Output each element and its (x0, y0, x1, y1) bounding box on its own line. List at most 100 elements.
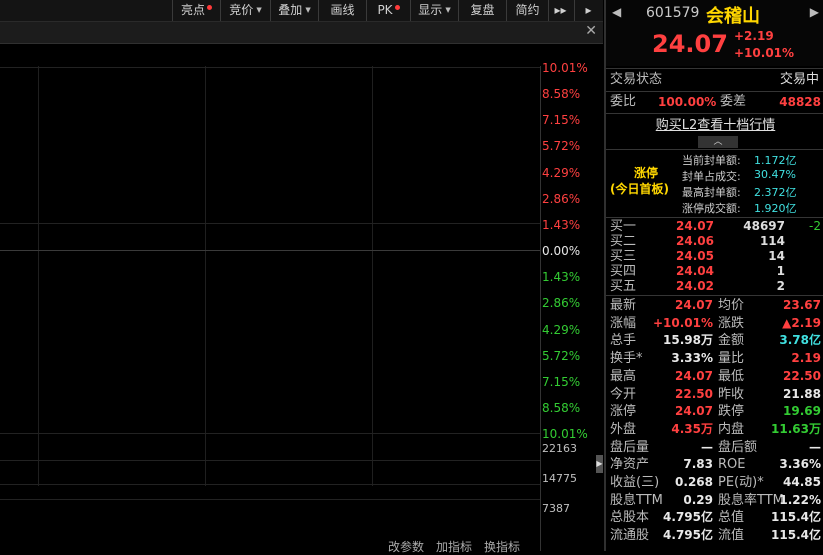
stat-label: 昨收 (718, 386, 745, 402)
toolbar-button-label: 复盘 (470, 3, 495, 17)
bid-row: 买四 24.04 1 (606, 264, 823, 279)
stat-label: 均价 (718, 298, 745, 313)
toolbar-button-0[interactable]: 亮点 (172, 0, 220, 21)
stat-value: +10.01% (652, 315, 713, 330)
stat-label: 流值 (718, 528, 745, 544)
collapse-up-icon[interactable]: ︿ (698, 136, 738, 148)
stat-value: 24.07 (675, 368, 713, 383)
stat-label: 最新 (610, 298, 637, 313)
stat-label: 流通股 (610, 528, 650, 544)
bid-level-label: 买一 (610, 219, 637, 234)
grid-hline (0, 67, 540, 68)
chart-header-bar: ✕ (0, 22, 603, 44)
stat-value: 21.88 (783, 386, 821, 401)
limit-up-stat-label: 封单占成交: (682, 170, 741, 183)
grid-hline (0, 484, 540, 485)
stat-value: 22.50 (783, 368, 821, 383)
toolbar-button-4[interactable]: PK (366, 0, 410, 21)
toolbar-button-label: 亮点 (180, 3, 205, 17)
stat-label: 总值 (718, 510, 745, 526)
quote-stat-row: 涨停 24.07 跌停 19.69 (606, 403, 823, 420)
toolbar-button-2[interactable]: 叠加 ▼ (270, 0, 318, 21)
indicator-link[interactable]: 改参数 (388, 540, 424, 554)
quote-stat-row: 股息TTM 0.29 股息率TTM 1.22% (606, 492, 823, 509)
alert-dot-icon (394, 5, 400, 10)
price-axis-label: 10.01% (542, 61, 588, 75)
last-price: 24.07 (652, 30, 728, 58)
stat-value: 4.795亿 (663, 528, 713, 543)
stat-value: 23.67 (783, 298, 821, 312)
stat-label: ROE (718, 457, 746, 473)
stat-value: 0.29 (683, 492, 713, 507)
bid-price: 24.02 (676, 279, 714, 293)
quote-stat-row: 最高 24.07 最低 22.50 (606, 368, 823, 385)
price-axis-label: 8.58% (542, 87, 581, 101)
divider (606, 91, 823, 92)
toolbar-button-1[interactable]: 竞价 ▼ (220, 0, 270, 21)
bid-volume-change: -2 (809, 219, 821, 233)
stat-value: 24.07 (675, 298, 713, 312)
prev-stock-icon[interactable]: ◀ (612, 5, 621, 19)
limit-up-stat-label: 当前封单额: (682, 154, 741, 167)
price-change-pct: +10.01% (734, 46, 795, 60)
toolbar-button-3[interactable]: 画线 (318, 0, 366, 21)
toolbar-button-label: 竞价 (229, 3, 254, 17)
stat-label: 盘后量 (610, 439, 650, 455)
bid-row: 买三 24.05 14 (606, 249, 823, 264)
stat-value: 0.268 (675, 475, 713, 489)
stat-label: 涨幅 (610, 315, 637, 331)
stat-label: 最高 (610, 368, 637, 384)
toolbar-scroll-right-icon[interactable]: ▸ (574, 0, 602, 21)
price-axis-label: 2.86% (542, 296, 581, 310)
toolbar-button-6[interactable]: 复盘 (458, 0, 506, 21)
collapse-handle-icon[interactable]: ▶ (596, 455, 603, 473)
stat-label: 股息TTM (610, 492, 663, 508)
stat-value: ▲2.19 (782, 315, 821, 330)
stat-value: 4.35万 (671, 421, 713, 436)
toolbar-button-label: PK (377, 3, 393, 17)
intraday-chart[interactable] (0, 44, 541, 551)
stat-value: — (809, 439, 821, 454)
indicator-link[interactable]: 加指标 (436, 540, 472, 554)
stat-label: 涨停 (610, 404, 637, 420)
stat-label: 总股本 (610, 510, 650, 526)
toolbar-button-8[interactable]: ▸▸ (548, 0, 572, 21)
quote-stat-row: 净资产 7.83 ROE 3.36% (606, 456, 823, 473)
next-stock-icon[interactable]: ▶ (810, 5, 819, 19)
volume-axis-label: 22163 (542, 442, 577, 455)
limit-up-stat-value: 1.920亿 (754, 202, 797, 215)
caret-down-icon: ▼ (256, 6, 262, 14)
toolbar-button-7[interactable]: 简约 (506, 0, 548, 21)
stat-label: 股息率TTM (718, 492, 784, 508)
price-axis-label: 2.86% (542, 192, 581, 206)
quote-stat-row: 今开 22.50 昨收 21.88 (606, 386, 823, 403)
divider (606, 68, 823, 69)
grid-hline (0, 223, 540, 224)
price-axis-label: 8.58% (542, 401, 581, 415)
stat-label: 跌停 (718, 404, 745, 420)
bid-price: 24.05 (676, 249, 714, 263)
price-axis-label: 7.15% (542, 113, 581, 127)
indicator-link[interactable]: 换指标 (484, 540, 520, 554)
limit-up-stat-label: 涨停成交额: (682, 202, 741, 215)
quote-stat-row: 最新 24.07 均价 23.67 (606, 297, 823, 314)
close-icon[interactable]: ✕ (585, 23, 597, 39)
toolbar-button-5[interactable]: 显示 ▼ (410, 0, 458, 21)
bid-level-label: 买四 (610, 264, 637, 279)
grid-hline (0, 460, 540, 461)
stat-value: 19.69 (783, 404, 821, 419)
bid-level-label: 买五 (610, 279, 637, 294)
stat-label: 今开 (610, 386, 637, 402)
caret-down-icon: ▼ (305, 6, 311, 14)
divider (606, 113, 823, 114)
limit-up-stat-value: 30.47% (754, 168, 796, 181)
l2-upgrade-link[interactable]: 购买L2查看十档行情 (656, 118, 776, 133)
stat-value: 4.795亿 (663, 510, 713, 525)
grid-vline (205, 66, 206, 486)
price-axis-label: 1.43% (542, 218, 581, 232)
quote-stat-row: 换手* 3.33% 量比 2.19 (606, 350, 823, 367)
stat-value: 115.4亿 (771, 528, 821, 543)
order-ratio-row: 委比 100.00% 委差 48828 (606, 93, 823, 111)
quote-stat-row: 收益(三) 0.268 PE(动)* 44.85 (606, 474, 823, 491)
trade-status-label: 交易状态 (610, 72, 663, 87)
